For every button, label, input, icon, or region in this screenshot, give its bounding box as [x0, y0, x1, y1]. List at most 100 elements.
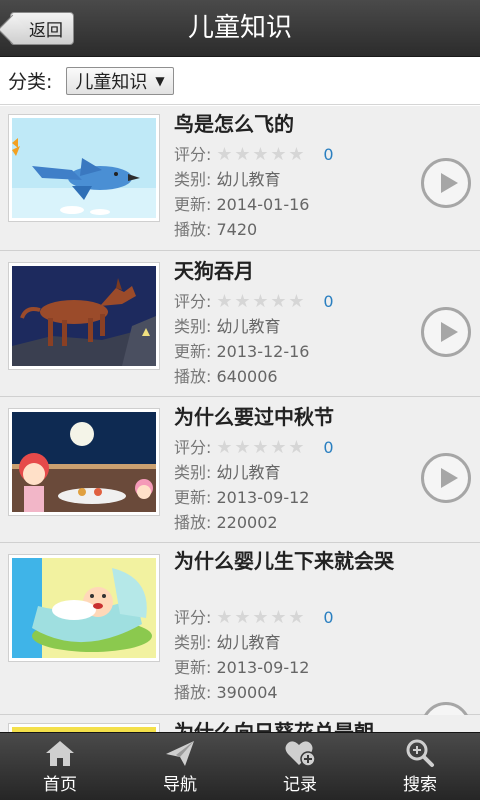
updated-key: 更新:: [174, 195, 212, 214]
item-title: 鸟是怎么飞的: [174, 112, 294, 136]
item-title: 天狗吞月: [174, 259, 254, 283]
nav-home-label: 首页: [43, 775, 77, 795]
list-item[interactable]: 为什么婴儿生下来就会哭 评分: ★ ★ ★ ★ ★ 0 类别: 幼儿教育 更新: 201…: [0, 543, 480, 732]
plays-key: 播放:: [174, 683, 212, 702]
star-icon: ★: [252, 606, 269, 628]
item-title: 为什么婴儿生下来就会哭: [174, 549, 394, 573]
star-icon: ★: [252, 436, 269, 458]
plays-value: 220002: [216, 513, 278, 532]
plays-row: 播放: 640006: [174, 364, 334, 389]
rating-row: 评分: ★ ★ ★ ★ ★ 0: [174, 289, 334, 314]
plays-value: 640006: [216, 367, 278, 386]
rating-stars: ★ ★ ★ ★ ★: [215, 143, 305, 165]
thumbnail-dog: [8, 262, 160, 370]
nav-records-label: 记录: [283, 775, 317, 795]
category-key: 类别:: [174, 633, 212, 652]
list-item[interactable]: 天狗吞月 评分: ★ ★ ★ ★ ★ 0 类别: 幼儿教育 更新: 2013-12-16…: [0, 251, 480, 397]
updated-row: 更新: 2013-12-16: [174, 339, 334, 364]
thumbnail-mid-autumn: [8, 408, 160, 516]
category-row: 类别: 幼儿教育: [174, 630, 334, 655]
category-row: 类别: 幼儿教育: [174, 460, 334, 485]
title-bar: 返回 儿童知识: [0, 0, 480, 57]
bottom-navigation: 首页 导航 记录 搜索: [0, 732, 480, 800]
category-label: 分类:: [8, 71, 53, 93]
updated-value: 2013-09-12: [216, 488, 310, 507]
play-button[interactable]: [421, 158, 471, 208]
plays-key: 播放:: [174, 513, 212, 532]
plays-value: 390004: [216, 683, 278, 702]
star-icon: ★: [288, 143, 305, 165]
updated-value: 2013-12-16: [216, 342, 310, 361]
plays-key: 播放:: [174, 367, 212, 386]
category-row: 类别: 幼儿教育: [174, 167, 334, 192]
item-title: 为什么要过中秋节: [174, 405, 334, 429]
nav-home[interactable]: 首页: [0, 733, 120, 800]
category-key: 类别:: [174, 463, 212, 482]
rating-row: 评分: ★ ★ ★ ★ ★ 0: [174, 142, 334, 167]
updated-key: 更新:: [174, 342, 212, 361]
heart-plus-icon: [285, 741, 316, 767]
item-meta: 评分: ★ ★ ★ ★ ★ 0 类别: 幼儿教育 更新: 2013-12-16 播放: …: [174, 289, 334, 389]
star-icon: ★: [270, 436, 287, 458]
updated-key: 更新:: [174, 658, 212, 677]
rating-value: 0: [323, 292, 334, 311]
list-item[interactable]: 为什么向日葵花总是朝: [0, 715, 480, 732]
nav-records[interactable]: 记录: [240, 733, 360, 800]
plays-row: 播放: 7420: [174, 217, 334, 242]
thumbnail-sunflower: [8, 723, 160, 732]
rating-row: 评分: ★ ★ ★ ★ ★ 0: [174, 605, 334, 630]
plays-key: 播放:: [174, 220, 212, 239]
updated-key: 更新:: [174, 488, 212, 507]
item-meta: 评分: ★ ★ ★ ★ ★ 0 类别: 幼儿教育 更新: 2013-09-12 播放: …: [174, 605, 334, 705]
nav-navigate-label: 导航: [163, 775, 197, 795]
chevron-down-icon: ▼: [155, 73, 165, 88]
star-icon: ★: [216, 436, 233, 458]
rating-label: 评分:: [174, 145, 212, 164]
list-item[interactable]: 鸟是怎么飞的 评分: ★ ★ ★ ★ ★ 0 类别: 幼儿教育 更新: 2014-01-…: [0, 106, 480, 251]
plays-row: 播放: 220002: [174, 510, 334, 535]
category-row: 类别: 幼儿教育: [174, 314, 334, 339]
category-value: 幼儿教育: [216, 463, 281, 482]
category-select[interactable]: 儿童知识 ▼: [66, 66, 174, 95]
updated-value: 2014-01-16: [216, 195, 310, 214]
updated-value: 2013-09-12: [216, 658, 310, 677]
rating-stars: ★ ★ ★ ★ ★: [215, 290, 305, 312]
thumbnail-baby: [8, 554, 160, 662]
star-icon: ★: [270, 290, 287, 312]
star-icon: ★: [288, 290, 305, 312]
star-icon: ★: [216, 290, 233, 312]
plays-value: 7420: [216, 220, 258, 239]
play-button[interactable]: [421, 307, 471, 357]
page-title: 儿童知识: [187, 13, 292, 43]
rating-value: 0: [323, 438, 334, 457]
home-icon: [46, 741, 74, 766]
list-item[interactable]: 为什么要过中秋节 评分: ★ ★ ★ ★ ★ 0 类别: 幼儿教育 更新: 2013-0…: [0, 397, 480, 543]
thumbnail-bird: [8, 114, 160, 222]
category-key: 类别:: [174, 170, 212, 189]
category-value: 幼儿教育: [216, 317, 281, 336]
plays-row: 播放: 390004: [174, 680, 334, 705]
search-icon: [406, 739, 434, 767]
item-meta: 评分: ★ ★ ★ ★ ★ 0 类别: 幼儿教育 更新: 2014-01-16 播放: …: [174, 142, 334, 242]
star-icon: ★: [216, 143, 233, 165]
category-value: 幼儿教育: [216, 633, 281, 652]
star-icon: ★: [270, 143, 287, 165]
star-icon: ★: [234, 436, 251, 458]
nav-navigate[interactable]: 导航: [120, 733, 240, 800]
updated-row: 更新: 2013-09-12: [174, 485, 334, 510]
play-button[interactable]: [421, 453, 471, 503]
star-icon: ★: [216, 606, 233, 628]
nav-search[interactable]: 搜索: [360, 733, 480, 800]
rating-label: 评分:: [174, 292, 212, 311]
rating-label: 评分:: [174, 438, 212, 457]
rating-value: 0: [323, 608, 334, 627]
star-icon: ★: [234, 143, 251, 165]
rating-value: 0: [323, 145, 334, 164]
updated-row: 更新: 2013-09-12: [174, 655, 334, 680]
star-icon: ★: [252, 290, 269, 312]
rating-stars: ★ ★ ★ ★ ★: [215, 436, 305, 458]
video-list[interactable]: 鸟是怎么飞的 评分: ★ ★ ★ ★ ★ 0 类别: 幼儿教育 更新: 2014-01-…: [0, 106, 480, 732]
item-title: 为什么向日葵花总是朝: [174, 720, 374, 732]
star-icon: ★: [234, 290, 251, 312]
rating-row: 评分: ★ ★ ★ ★ ★ 0: [174, 435, 334, 460]
